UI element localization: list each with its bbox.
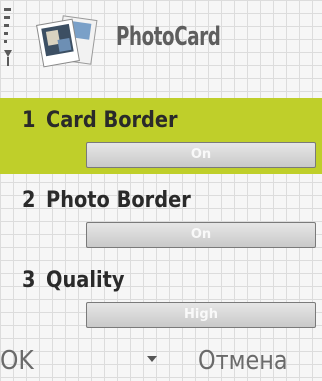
setting-name: Photo Border <box>46 188 191 213</box>
down-arrow-icon[interactable] <box>147 356 157 362</box>
setting-value-field[interactable]: On <box>86 222 316 248</box>
setting-number: 1 <box>22 108 36 133</box>
setting-value-field[interactable]: High <box>86 302 316 328</box>
app-title: PhotoCard <box>116 22 221 52</box>
setting-value: On <box>190 147 212 162</box>
signal-strength-icon <box>3 8 15 78</box>
setting-name: Quality <box>46 268 125 293</box>
setting-number: 3 <box>22 268 36 293</box>
setting-number: 2 <box>22 188 36 213</box>
setting-label: 1 Card Border <box>22 108 178 133</box>
photo-card-icon <box>36 14 98 70</box>
settings-item-photo-border[interactable]: 2 Photo Border On <box>0 180 322 256</box>
setting-label: 2 Photo Border <box>22 188 191 213</box>
setting-label: 3 Quality <box>22 268 124 293</box>
setting-value-field[interactable]: On <box>86 142 316 168</box>
softkey-bar: OK Отмена <box>0 340 322 381</box>
setting-value: On <box>190 227 212 242</box>
cancel-softkey[interactable]: Отмена <box>198 346 288 376</box>
setting-name: Card Border <box>46 108 178 133</box>
photocard-screen: PhotoCard 1 Card Border On 2 Photo Border … <box>0 0 322 381</box>
setting-value: High <box>184 307 218 322</box>
settings-item-quality[interactable]: 3 Quality High <box>0 262 322 338</box>
app-header: PhotoCard <box>0 0 322 78</box>
ok-softkey[interactable]: OK <box>0 346 34 376</box>
settings-item-card-border[interactable]: 1 Card Border On <box>0 98 322 174</box>
